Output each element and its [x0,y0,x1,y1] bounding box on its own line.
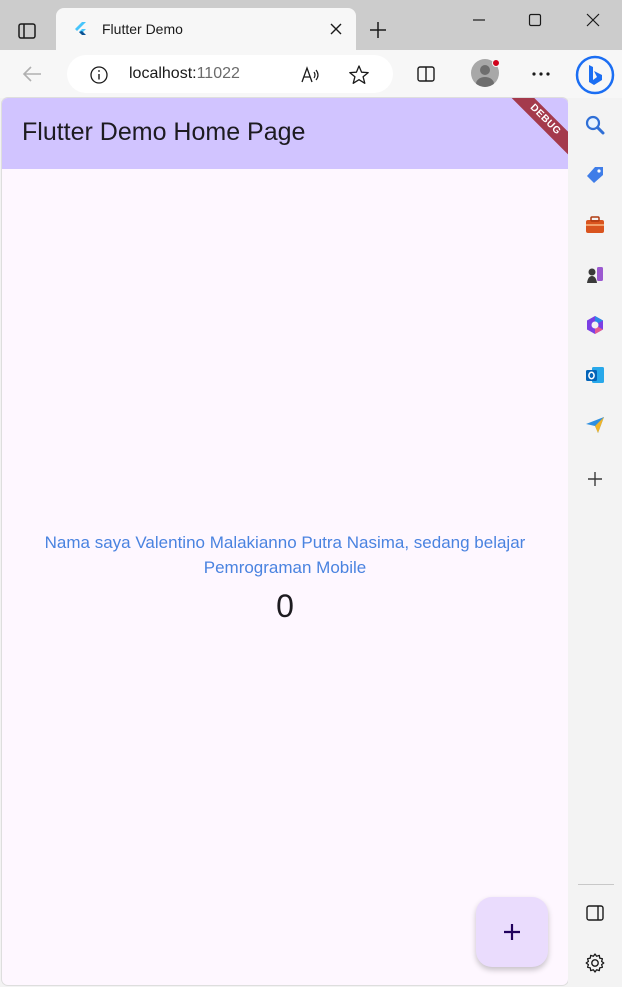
read-aloud-icon[interactable] [299,64,321,86]
tab-close-button[interactable] [326,19,346,39]
sidebar-search[interactable] [582,112,608,138]
tab-strip: Flutter Demo [0,0,622,50]
notification-dot [492,59,500,67]
increment-button[interactable] [476,897,548,967]
tab-actions-button[interactable] [14,18,40,44]
minimize-button[interactable] [466,7,492,33]
url-host: localhost: [129,65,197,82]
close-icon [586,13,600,27]
back-button[interactable] [18,61,46,87]
add-icon [588,472,602,486]
new-tab-button[interactable] [365,17,391,43]
tab-flutter-demo[interactable]: Flutter Demo [56,8,356,50]
sidebar-toggle[interactable] [582,900,608,926]
plus-icon [504,924,520,940]
sidebar-drop[interactable] [582,412,608,438]
drop-send-icon [586,417,604,433]
sidebar-microsoft-365[interactable] [582,312,608,338]
sidebar-settings[interactable] [582,950,608,976]
sidebar-toggle-icon [586,905,604,921]
settings-gear-icon [585,953,605,973]
flutter-app-page: Flutter Demo Home Page DEBUG Nama saya V… [2,98,568,985]
url-text[interactable]: localhost:11022 [129,65,240,83]
games-chess-icon [587,267,603,283]
settings-more-button[interactable] [527,61,555,87]
copilot-bing-icon[interactable] [575,55,615,95]
counter-value: 0 [276,588,294,624]
app-bar: Flutter Demo Home Page [2,98,568,169]
sidebar-games[interactable] [582,262,608,288]
browser-window: Flutter Demo localhost:11022 Flutter Dem… [0,0,622,987]
page-title: Flutter Demo Home Page [22,118,306,146]
sidebar-outlook[interactable] [582,362,608,388]
split-screen-button[interactable] [412,61,440,87]
browser-toolbar: localhost:11022 [0,50,622,98]
more-horizontal-icon [532,72,550,76]
sidebar-tools[interactable] [582,212,608,238]
intro-message: Nama saya Valentino Malakianno Putra Nas… [44,533,526,577]
close-icon [330,23,342,35]
site-info-icon[interactable] [89,65,109,85]
star-favorite-icon[interactable] [348,64,370,86]
tools-briefcase-icon [586,216,604,233]
shopping-tag-icon [587,167,603,183]
maximize-button[interactable] [522,7,548,33]
maximize-icon [528,13,542,27]
plus-icon [370,22,386,38]
edge-sidebar [568,98,622,987]
outlook-icon [586,367,604,383]
address-bar[interactable]: localhost:11022 [67,55,393,93]
search-icon [585,115,605,135]
window-close-button[interactable] [580,7,606,33]
tab-title: Flutter Demo [102,21,183,37]
sidebar-shopping[interactable] [582,162,608,188]
arrow-left-icon [22,66,41,82]
microsoft-365-icon [587,316,603,334]
flutter-favicon-icon [75,22,86,35]
sidebar-divider [578,884,614,885]
minimize-icon [473,19,485,21]
tab-actions-icon [18,23,36,39]
split-screen-icon [417,66,435,82]
sidebar-add[interactable] [582,466,608,492]
url-port: 11022 [196,65,240,82]
